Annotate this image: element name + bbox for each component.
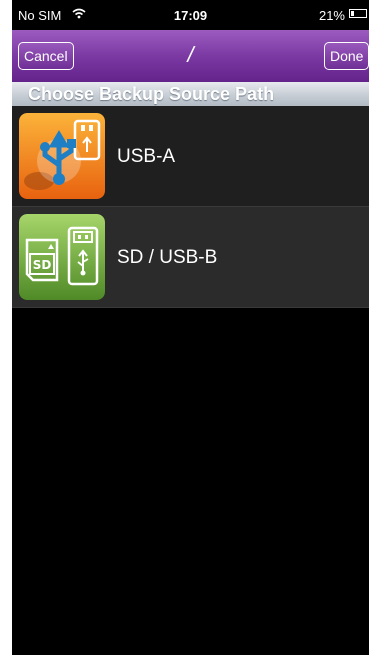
current-path-title: / xyxy=(187,42,194,67)
list-item-sd-usb-b[interactable]: SD SD / USB-B xyxy=(12,207,369,308)
usb-drive-icon xyxy=(19,113,105,199)
navigation-bar: Cancel / Done xyxy=(12,30,369,82)
done-button[interactable]: Done xyxy=(324,42,369,70)
phone-screen: No SIM 17:09 21% Cancel / Done Choose Ba… xyxy=(12,0,369,655)
battery-level-fill xyxy=(351,11,354,16)
sd-card-icon: SD xyxy=(19,214,105,300)
list-item-usb-a[interactable]: USB-A xyxy=(12,106,369,207)
status-bar: No SIM 17:09 21% xyxy=(12,0,369,30)
svg-text:SD: SD xyxy=(33,258,52,272)
battery-percent: 21% xyxy=(318,8,345,23)
source-label: SD / USB-B xyxy=(117,247,218,268)
section-header: Choose Backup Source Path xyxy=(12,82,369,106)
battery-icon xyxy=(349,9,367,18)
status-time: 17:09 xyxy=(173,8,208,23)
source-label: USB-A xyxy=(117,146,176,167)
source-list: USB-A SD SD / USB-B xyxy=(12,106,369,308)
